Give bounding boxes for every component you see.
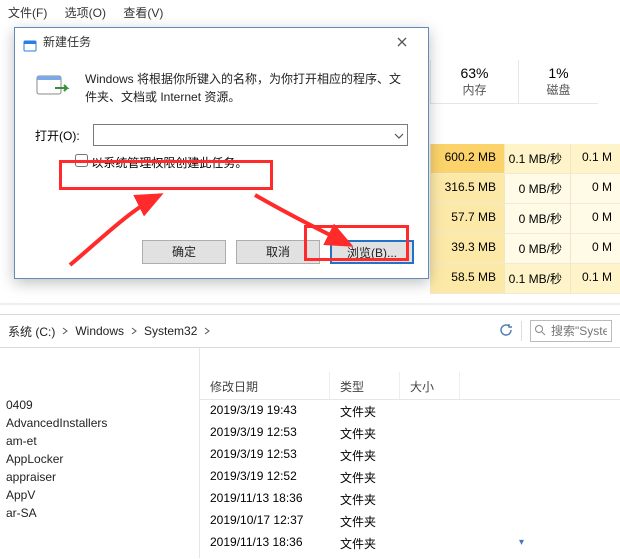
admin-checkbox[interactable] — [75, 154, 88, 167]
close-button[interactable] — [384, 31, 420, 53]
search-icon — [534, 324, 546, 339]
run-command-icon — [35, 70, 71, 100]
col-size[interactable]: 大小 — [400, 372, 460, 399]
col-date[interactable]: 修改日期 — [200, 372, 330, 399]
open-label: 打开(O): — [35, 127, 85, 144]
open-input[interactable] — [93, 124, 408, 146]
tm-row[interactable]: 57.7 MB 0 MB/秒 0 M — [430, 204, 620, 234]
cancel-button[interactable]: 取消 — [236, 240, 320, 264]
file-list[interactable]: 2019/3/19 19:43 文件夹 2019/3/19 12:53 文件夹 … — [200, 400, 620, 554]
file-row[interactable]: 2019/3/19 12:53 文件夹 — [200, 444, 620, 466]
browse-button[interactable]: 浏览(B)... — [330, 240, 414, 264]
new-task-dialog: 新建任务 Windows 将根据你所键入的名称，为你打开相应的程序、文件夹、文档… — [14, 27, 429, 279]
crumb[interactable]: System32 — [144, 324, 197, 338]
task-manager-menubar[interactable]: 文件(F) 选项(O) 查看(V) — [8, 4, 177, 21]
refresh-icon[interactable] — [499, 323, 513, 340]
nav-item[interactable]: AppV — [0, 486, 199, 504]
file-row[interactable]: 2019/3/19 19:43 文件夹 — [200, 400, 620, 422]
chevron-right-icon[interactable] — [61, 324, 69, 338]
separator — [521, 321, 522, 341]
ok-button[interactable]: 确定 — [142, 240, 226, 264]
dialog-titlebar[interactable]: 新建任务 — [15, 28, 428, 56]
chevron-right-icon[interactable] — [203, 324, 211, 338]
file-row[interactable]: 2019/11/13 18:36 文件夹 — [200, 488, 620, 510]
tm-row[interactable]: 39.3 MB 0 MB/秒 0 M — [430, 234, 620, 264]
tm-rows: › 600.2 MB 0.1 MB/秒 0.1 M › 316.5 MB 0 M… — [430, 144, 620, 294]
crumb[interactable]: 系统 (C:) — [8, 323, 55, 340]
file-row[interactable]: 2019/3/19 12:53 文件夹 — [200, 422, 620, 444]
nav-item[interactable]: 0409 — [0, 396, 199, 414]
admin-checkbox-label[interactable]: 以系统管理权限创建此任务。 — [75, 156, 247, 170]
explorer-window: 系统 (C:) Windows System32 0409 AdvancedIn… — [0, 314, 620, 558]
file-row[interactable]: 2019/10/17 12:37 文件夹 — [200, 510, 620, 532]
tm-row[interactable]: 316.5 MB 0 MB/秒 0 M — [430, 174, 620, 204]
nav-item[interactable]: am-et — [0, 432, 199, 450]
image-separator — [0, 303, 620, 305]
col-type[interactable]: 类型 — [330, 372, 400, 399]
nav-item[interactable]: AdvancedInstallers — [0, 414, 199, 432]
address-bar[interactable]: 系统 (C:) Windows System32 — [0, 314, 620, 348]
file-row[interactable]: 2019/11/13 18:36 文件夹 — [200, 532, 620, 554]
sort-indicator-icon: ▾ — [519, 537, 524, 548]
nav-item[interactable]: ar-SA — [0, 504, 199, 522]
chevron-right-icon[interactable] — [130, 324, 138, 338]
nav-pane[interactable]: 0409 AdvancedInstallers am-et AppLocker … — [0, 348, 200, 558]
file-row[interactable]: 2019/3/19 12:52 文件夹 — [200, 466, 620, 488]
dialog-description: Windows 将根据你所键入的名称，为你打开相应的程序、文件夹、文档或 Int… — [85, 70, 408, 106]
files-pane[interactable]: 修改日期 类型 大小 2019/3/19 19:43 文件夹 2019/3/19… — [200, 348, 620, 558]
menu-view[interactable]: 查看(V) — [123, 6, 163, 20]
search-box[interactable] — [530, 320, 612, 342]
menu-file[interactable]: 文件(F) — [8, 6, 47, 20]
tm-header-memory[interactable]: 63% 内存 — [430, 60, 518, 104]
crumb[interactable]: Windows — [75, 324, 124, 338]
tm-row[interactable]: 600.2 MB 0.1 MB/秒 0.1 M — [430, 144, 620, 174]
tm-header-disk[interactable]: 1% 磁盘 — [518, 60, 598, 104]
file-list-header[interactable]: 修改日期 类型 大小 — [200, 372, 620, 400]
tm-column-headers: 63% 内存 1% 磁盘 — [430, 60, 620, 104]
tm-row[interactable]: 58.5 MB 0.1 MB/秒 0.1 M — [430, 264, 620, 294]
nav-item[interactable]: appraiser — [0, 468, 199, 486]
run-dialog-icon — [23, 35, 37, 49]
nav-item[interactable]: AppLocker — [0, 450, 199, 468]
menu-options[interactable]: 选项(O) — [65, 6, 106, 20]
dialog-title: 新建任务 — [43, 28, 91, 56]
open-combobox[interactable] — [93, 124, 408, 146]
breadcrumb[interactable]: 系统 (C:) Windows System32 — [8, 323, 211, 340]
